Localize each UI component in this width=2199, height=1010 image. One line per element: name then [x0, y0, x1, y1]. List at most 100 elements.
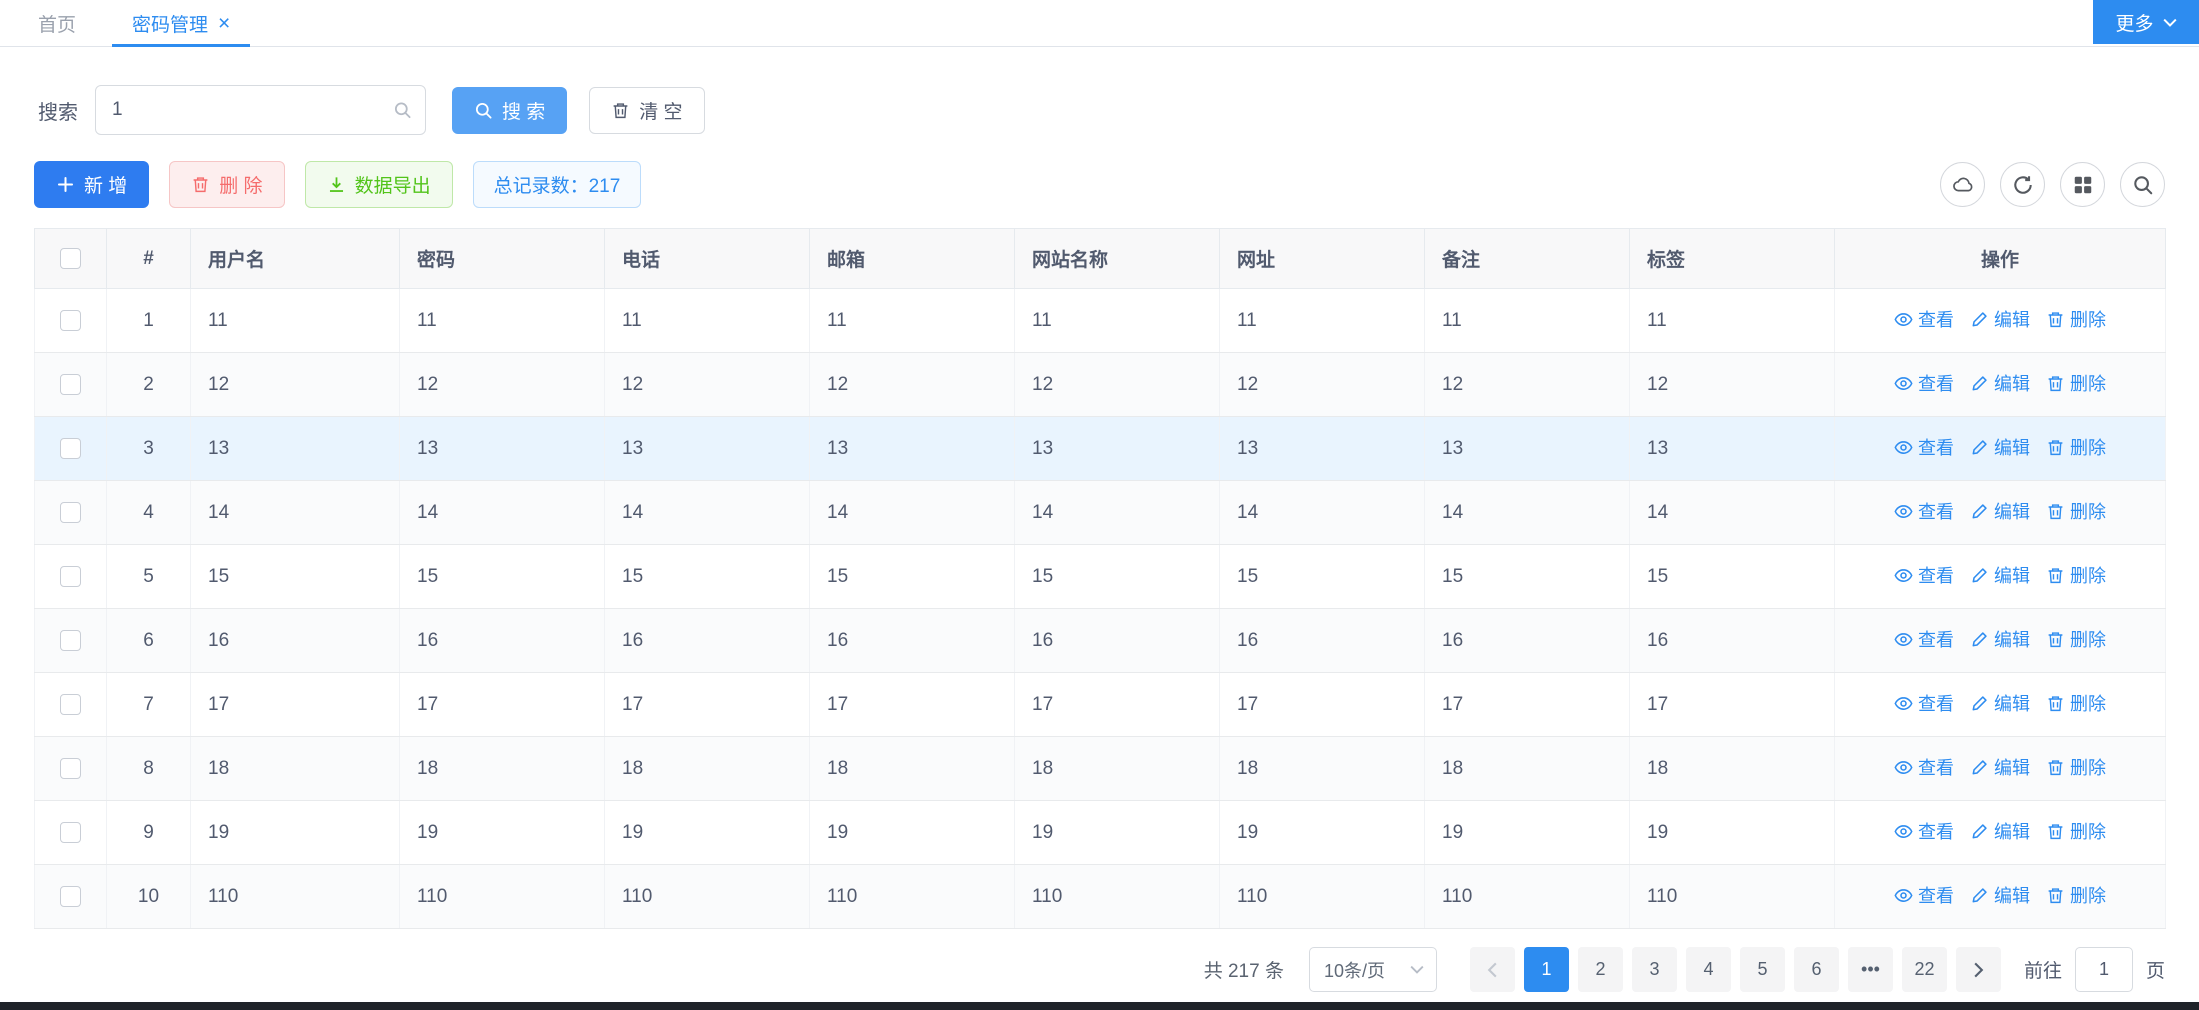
row-index: 1 — [107, 289, 191, 353]
page-button-2[interactable]: 2 — [1578, 947, 1623, 992]
row-select-cell — [35, 737, 107, 801]
row-select-cell — [35, 289, 107, 353]
table-search-button[interactable] — [2120, 162, 2165, 207]
row-cell-remark: 18 — [1425, 737, 1630, 801]
edit-link[interactable]: 编辑 — [1970, 370, 2030, 396]
view-link[interactable]: 查看 — [1894, 562, 1954, 588]
clear-button[interactable]: 清 空 — [589, 87, 704, 134]
column-header-password: 密码 — [400, 229, 605, 289]
row-cell-url: 14 — [1220, 481, 1425, 545]
row-cell-remark: 12 — [1425, 353, 1630, 417]
column-grid-button[interactable] — [2060, 162, 2105, 207]
search-input[interactable] — [95, 85, 426, 135]
pencil-icon — [1970, 822, 1989, 841]
trash-icon — [2046, 694, 2065, 713]
row-cell-email: 12 — [810, 353, 1015, 417]
page-size-select[interactable]: 10条/页 — [1309, 947, 1437, 992]
row-checkbox[interactable] — [60, 566, 81, 587]
eye-icon — [1894, 566, 1913, 585]
row-actions: 查看编辑删除 — [1835, 737, 2166, 801]
table-row: 21212121212121212查看编辑删除 — [35, 353, 2166, 417]
view-link[interactable]: 查看 — [1894, 754, 1954, 780]
view-link[interactable]: 查看 — [1894, 370, 1954, 396]
page-button-5[interactable]: 5 — [1740, 947, 1785, 992]
row-checkbox[interactable] — [60, 630, 81, 651]
goto-page-input[interactable] — [2075, 947, 2133, 992]
row-cell-username: 13 — [191, 417, 400, 481]
row-actions: 查看编辑删除 — [1835, 609, 2166, 673]
eye-icon — [1894, 310, 1913, 329]
eye-icon — [1894, 694, 1913, 713]
row-checkbox[interactable] — [60, 886, 81, 907]
delete-link[interactable]: 删除 — [2046, 562, 2106, 588]
row-cell-tag: 17 — [1630, 673, 1835, 737]
page-ellipsis-button[interactable]: ••• — [1848, 947, 1893, 992]
prev-page-button[interactable] — [1470, 947, 1515, 992]
delete-link[interactable]: 删除 — [2046, 754, 2106, 780]
search-icon — [2132, 174, 2154, 196]
delete-button[interactable]: 删 除 — [169, 161, 284, 208]
view-link[interactable]: 查看 — [1894, 882, 1954, 908]
row-checkbox[interactable] — [60, 758, 81, 779]
edit-link[interactable]: 编辑 — [1970, 562, 2030, 588]
search-button-label: 搜 索 — [502, 97, 545, 124]
edit-link[interactable]: 编辑 — [1970, 690, 2030, 716]
column-header-actions: 操作 — [1835, 229, 2166, 289]
add-button[interactable]: 新 增 — [34, 161, 149, 208]
search-button[interactable]: 搜 索 — [452, 87, 567, 134]
trash-icon — [2046, 758, 2065, 777]
search-suffix-icon — [393, 101, 412, 120]
delete-link[interactable]: 删除 — [2046, 818, 2106, 844]
page-button-4[interactable]: 4 — [1686, 947, 1731, 992]
row-checkbox[interactable] — [60, 822, 81, 843]
refresh-button[interactable] — [2000, 162, 2045, 207]
page-button-3[interactable]: 3 — [1632, 947, 1677, 992]
view-link[interactable]: 查看 — [1894, 690, 1954, 716]
row-checkbox[interactable] — [60, 310, 81, 331]
delete-link[interactable]: 删除 — [2046, 370, 2106, 396]
delete-link[interactable]: 删除 — [2046, 882, 2106, 908]
pencil-icon — [1970, 374, 1989, 393]
edit-link[interactable]: 编辑 — [1970, 626, 2030, 652]
table-row: 10110110110110110110110110查看编辑删除 — [35, 865, 2166, 929]
table-row: 11111111111111111查看编辑删除 — [35, 289, 2166, 353]
tab-home[interactable]: 首页 — [10, 0, 104, 46]
export-button[interactable]: 数据导出 — [305, 161, 453, 208]
edit-link[interactable]: 编辑 — [1970, 434, 2030, 460]
view-link[interactable]: 查看 — [1894, 434, 1954, 460]
row-checkbox[interactable] — [60, 374, 81, 395]
row-cell-url: 17 — [1220, 673, 1425, 737]
close-tab-icon[interactable]: × — [218, 13, 230, 34]
page-button-6[interactable]: 6 — [1794, 947, 1839, 992]
row-index: 8 — [107, 737, 191, 801]
edit-link[interactable]: 编辑 — [1970, 306, 2030, 332]
more-button[interactable]: 更多 — [2093, 0, 2199, 44]
edit-link[interactable]: 编辑 — [1970, 498, 2030, 524]
delete-link[interactable]: 删除 — [2046, 690, 2106, 716]
view-link[interactable]: 查看 — [1894, 498, 1954, 524]
row-checkbox[interactable] — [60, 694, 81, 715]
row-cell-username: 14 — [191, 481, 400, 545]
tab-password-management[interactable]: 密码管理 × — [104, 0, 258, 46]
select-all-checkbox[interactable] — [60, 248, 81, 269]
view-link[interactable]: 查看 — [1894, 818, 1954, 844]
view-link[interactable]: 查看 — [1894, 626, 1954, 652]
view-link[interactable]: 查看 — [1894, 306, 1954, 332]
row-cell-password: 15 — [400, 545, 605, 609]
row-checkbox[interactable] — [60, 438, 81, 459]
row-checkbox[interactable] — [60, 502, 81, 523]
next-page-button[interactable] — [1956, 947, 2001, 992]
row-cell-phone: 11 — [605, 289, 810, 353]
delete-link[interactable]: 删除 — [2046, 434, 2106, 460]
edit-link[interactable]: 编辑 — [1970, 754, 2030, 780]
delete-link[interactable]: 删除 — [2046, 498, 2106, 524]
page-button-1[interactable]: 1 — [1524, 947, 1569, 992]
row-cell-phone: 17 — [605, 673, 810, 737]
delete-link[interactable]: 删除 — [2046, 626, 2106, 652]
page-button-22[interactable]: 22 — [1902, 947, 1947, 992]
cloud-download-button[interactable] — [1940, 162, 1985, 207]
edit-link[interactable]: 编辑 — [1970, 882, 2030, 908]
delete-link[interactable]: 删除 — [2046, 306, 2106, 332]
pagination-total: 共 217 条 — [1204, 956, 1284, 983]
edit-link[interactable]: 编辑 — [1970, 818, 2030, 844]
